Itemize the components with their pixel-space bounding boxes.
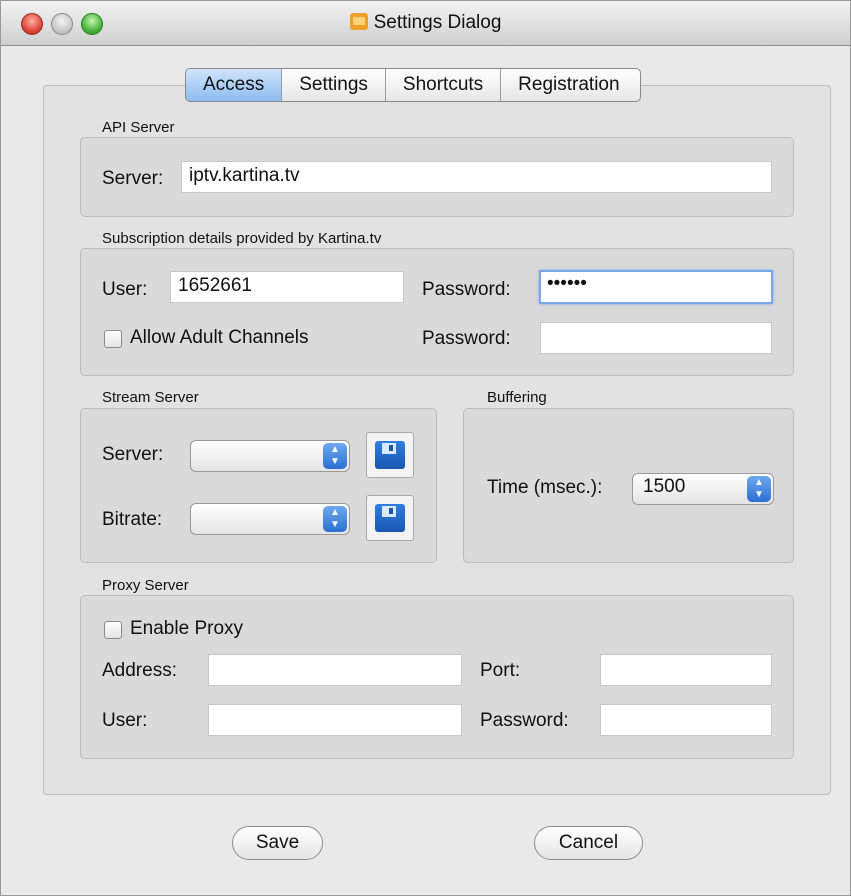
proxy-address-label: Address: [102, 660, 177, 681]
user-input[interactable]: 1652661 [170, 271, 404, 303]
api-server-group-label: API Server [102, 119, 175, 136]
proxy-group-label: Proxy Server [102, 577, 189, 594]
buffering-time-select[interactable]: 1500 ▲ ▼ [632, 473, 774, 505]
api-server-label: Server: [102, 168, 164, 189]
save-server-button[interactable] [366, 432, 414, 478]
save-bitrate-button[interactable] [366, 495, 414, 541]
subscription-group-label: Subscription details provided by Kartina… [102, 230, 382, 247]
stream-server-group-label: Stream Server [102, 389, 199, 406]
buffering-group-label: Buffering [487, 389, 547, 406]
tab-bar: Access Settings Shortcuts Registration [185, 68, 641, 102]
bitrate-select[interactable]: ▲ ▼ [190, 503, 350, 535]
api-server-input[interactable]: iptv.kartina.tv [181, 161, 772, 193]
password-label: Password: [422, 279, 511, 300]
buffering-time-label: Time (msec.): [487, 477, 603, 498]
stream-server-select[interactable]: ▲ ▼ [190, 440, 350, 472]
settings-dialog-window: Settings Dialog Access Settings Shortcut… [0, 0, 851, 896]
title-bar: Settings Dialog [1, 1, 850, 46]
stream-server-label: Server: [102, 444, 164, 465]
password-input[interactable]: •••••• [539, 270, 773, 304]
proxy-user-input[interactable] [208, 704, 462, 736]
tab-shortcuts[interactable]: Shortcuts [386, 69, 502, 101]
allow-adult-checkbox[interactable] [104, 330, 122, 348]
proxy-password-input[interactable] [600, 704, 772, 736]
save-button[interactable]: Save [232, 826, 323, 860]
allow-adult-label: Allow Adult Channels [130, 327, 309, 348]
adult-password-label: Password: [422, 328, 511, 349]
proxy-address-input[interactable] [208, 654, 462, 686]
proxy-user-label: User: [102, 710, 148, 731]
adult-password-input[interactable] [540, 322, 772, 354]
enable-proxy-checkbox[interactable] [104, 621, 122, 639]
proxy-port-input[interactable] [600, 654, 772, 686]
stepper-arrows-icon: ▲ ▼ [323, 506, 347, 532]
proxy-port-label: Port: [480, 660, 521, 681]
tv-icon [349, 13, 368, 30]
cancel-button[interactable]: Cancel [534, 826, 643, 860]
floppy-disk-icon [375, 441, 405, 469]
user-label: User: [102, 279, 148, 300]
window-title-wrap: Settings Dialog [1, 12, 850, 34]
window-title: Settings Dialog [373, 12, 502, 33]
subscription-group [80, 248, 794, 376]
tab-settings[interactable]: Settings [282, 69, 386, 101]
tab-access[interactable]: Access [186, 69, 283, 101]
stepper-arrows-icon: ▲ ▼ [747, 476, 771, 502]
bitrate-label: Bitrate: [102, 509, 163, 530]
buffering-time-value: 1500 [643, 476, 686, 497]
proxy-password-label: Password: [480, 710, 569, 731]
floppy-disk-icon [375, 504, 405, 532]
enable-proxy-label: Enable Proxy [130, 618, 244, 639]
stepper-arrows-icon: ▲ ▼ [323, 443, 347, 469]
tab-registration[interactable]: Registration [501, 69, 639, 101]
